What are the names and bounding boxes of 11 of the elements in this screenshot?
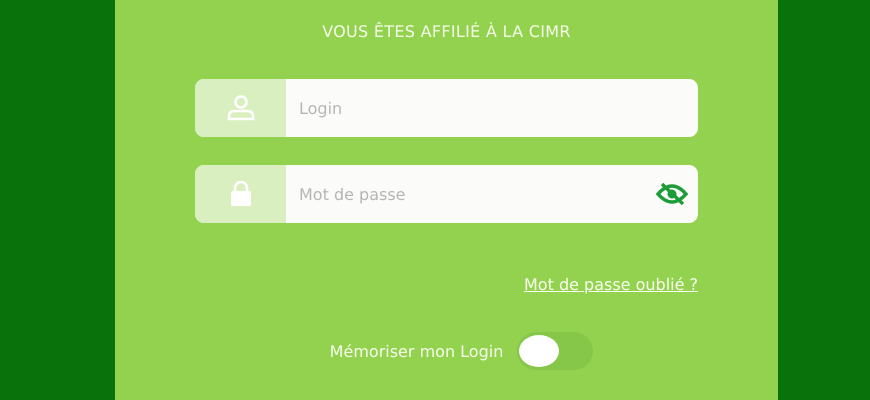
forgot-password-link[interactable]: Mot de passe oublié ? [524,275,698,294]
login-input[interactable]: Login [286,98,698,118]
password-input[interactable]: Mot de passe [286,184,656,204]
lock-icon [228,181,252,207]
heading: VOUS ÊTES AFFILIÉ À LA CIMR [322,22,571,43]
login-field[interactable]: Login [195,79,698,137]
remember-toggle[interactable] [517,332,594,370]
eye-slash-icon[interactable] [656,182,688,206]
password-field[interactable]: Mot de passe [195,165,698,223]
remember-label: Mémoriser mon Login [330,342,504,360]
user-icon [226,95,256,121]
